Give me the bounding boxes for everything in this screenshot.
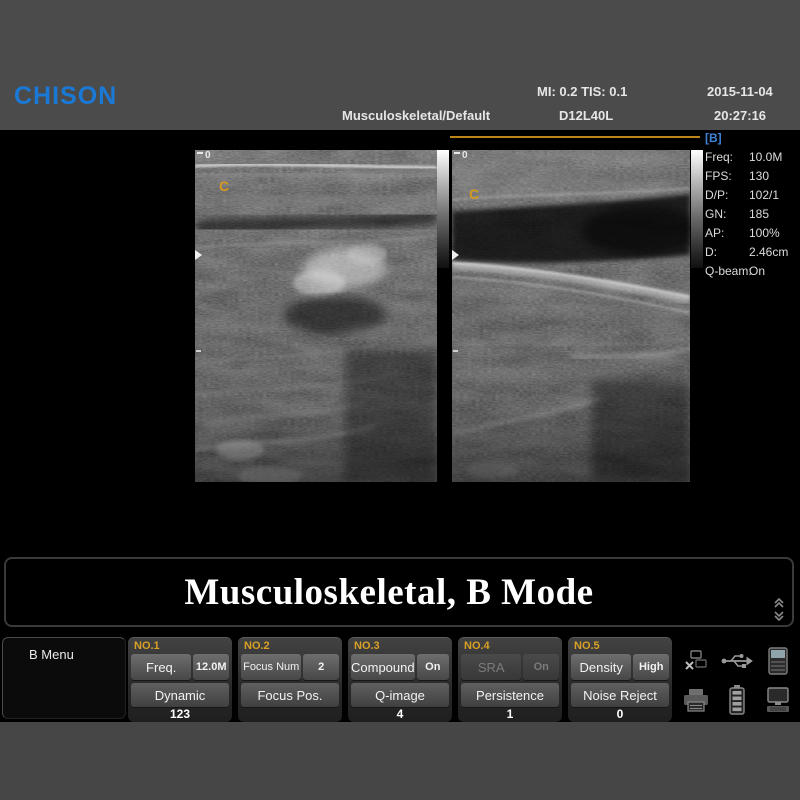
param-row: GN:185 xyxy=(705,205,800,224)
param-row: D/P:102/1 xyxy=(705,186,800,205)
density-value[interactable]: High xyxy=(633,654,669,680)
double-chevron-down-icon[interactable] xyxy=(773,610,785,622)
workstation-icon xyxy=(764,687,792,713)
param-label: D/P: xyxy=(705,186,749,205)
probe-readout: D12L40L xyxy=(559,108,613,123)
depth-tick xyxy=(453,350,458,352)
footer-strip xyxy=(0,722,800,800)
ultrasound-image-right[interactable]: 0 C xyxy=(452,150,690,482)
status-icon-tray xyxy=(676,641,798,719)
noise-reject-button[interactable]: Noise Reject xyxy=(571,683,669,707)
param-row: AP:100% xyxy=(705,224,800,243)
time-readout: 20:27:16 xyxy=(714,108,766,123)
dynamic-value: 123 xyxy=(128,707,232,721)
mode-banner: Musculoskeletal, B Mode xyxy=(4,557,794,627)
focus-num-value[interactable]: 2 xyxy=(303,654,339,680)
freq-value[interactable]: 12.0M xyxy=(193,654,229,680)
ultrasound-image-left[interactable]: 0 C xyxy=(195,150,437,482)
param-label: FPS: xyxy=(705,167,749,186)
mode-banner-title: Musculoskeletal, B Mode xyxy=(6,571,772,614)
noise-reject-value: 0 xyxy=(568,707,672,721)
panel-number: NO.2 xyxy=(244,640,270,652)
compound-button[interactable]: Compound xyxy=(351,654,415,680)
focus-position-marker xyxy=(195,250,202,260)
orientation-marker: C xyxy=(469,186,479,202)
param-label: Freq: xyxy=(705,148,749,167)
param-label: AP: xyxy=(705,224,749,243)
network-disconnected-icon xyxy=(684,650,708,672)
double-chevron-up-icon[interactable] xyxy=(773,597,785,609)
date-readout: 2015-11-04 xyxy=(707,84,773,99)
param-label: D: xyxy=(705,243,749,262)
param-row: Freq:10.0M xyxy=(705,148,800,167)
focus-num-button[interactable]: Focus Num xyxy=(241,654,301,680)
soft-menu-panel-3: NO.3 Compound On Q-image 4 xyxy=(348,637,452,722)
param-label: Q-beam: xyxy=(705,262,749,281)
ultrasound-texture xyxy=(452,150,690,482)
preset-readout: Musculoskeletal/Default xyxy=(342,108,490,123)
b-menu-panel[interactable]: B Menu xyxy=(2,637,126,719)
panel-number: NO.4 xyxy=(464,640,490,652)
param-row: Q-beam:On xyxy=(705,262,800,281)
depth-zero-marker: 0 xyxy=(454,150,468,161)
depth-tick xyxy=(454,152,460,154)
param-value: 185 xyxy=(749,207,769,221)
param-value: 100% xyxy=(749,226,780,240)
density-button[interactable]: Density xyxy=(571,654,631,680)
image-parameter-panel: [B] Freq:10.0M FPS:130 D/P:102/1 GN:185 … xyxy=(705,131,800,281)
header-bar: CHISON MI: 0.2 TIS: 0.1 2015-11-04 Muscu… xyxy=(0,0,800,130)
depth-tick xyxy=(197,152,203,154)
param-row: FPS:130 xyxy=(705,167,800,186)
grayscale-bar-right xyxy=(691,150,703,268)
panel-number: NO.1 xyxy=(134,640,160,652)
param-value: 130 xyxy=(749,169,769,183)
param-value: 10.0M xyxy=(749,150,782,164)
printer-icon xyxy=(682,688,710,712)
param-row: D:2.46cm xyxy=(705,243,800,262)
focus-pos-button[interactable]: Focus Pos. xyxy=(241,683,339,707)
soft-menu-panel-4: NO.4 SRA On Persistence 1 xyxy=(458,637,562,722)
battery-icon xyxy=(728,685,746,715)
soft-menu-panel-1: NO.1 Freq. 12.0M Dynamic 123 xyxy=(128,637,232,722)
depth-zero-marker: 0 xyxy=(197,150,211,161)
param-value: 2.46cm xyxy=(749,245,788,259)
param-value: 102/1 xyxy=(749,188,779,202)
depth-tick xyxy=(196,350,201,352)
persistence-value: 1 xyxy=(458,707,562,721)
chison-logo: CHISON xyxy=(14,82,117,111)
soft-menu-panel-5: NO.5 Density High Noise Reject 0 xyxy=(568,637,672,722)
usb-icon xyxy=(721,652,753,670)
param-label: GN: xyxy=(705,205,749,224)
grayscale-bar-left xyxy=(437,150,449,268)
mi-tis-readout: MI: 0.2 TIS: 0.1 xyxy=(537,84,627,99)
persistence-button[interactable]: Persistence xyxy=(461,683,559,707)
soft-menu-panel-2: NO.2 Focus Num 2 Focus Pos. xyxy=(238,637,342,722)
q-image-value: 4 xyxy=(348,707,452,721)
panel-number: NO.3 xyxy=(354,640,380,652)
active-image-indicator xyxy=(450,136,700,138)
focus-position-marker xyxy=(452,250,459,260)
param-value: On xyxy=(749,264,765,278)
freq-button[interactable]: Freq. xyxy=(131,654,191,680)
mode-badge: [B] xyxy=(705,131,800,145)
q-image-button[interactable]: Q-image xyxy=(351,683,449,707)
ultrasound-texture xyxy=(195,150,437,482)
sra-button: SRA xyxy=(461,654,521,680)
compound-value[interactable]: On xyxy=(417,654,449,680)
dynamic-button[interactable]: Dynamic xyxy=(131,683,229,707)
panel-number: NO.5 xyxy=(574,640,600,652)
banner-pager xyxy=(772,596,786,623)
b-menu-label: B Menu xyxy=(29,647,74,662)
orientation-marker: C xyxy=(219,178,229,194)
hard-disk-icon xyxy=(767,647,789,675)
sra-value: On xyxy=(523,654,559,680)
